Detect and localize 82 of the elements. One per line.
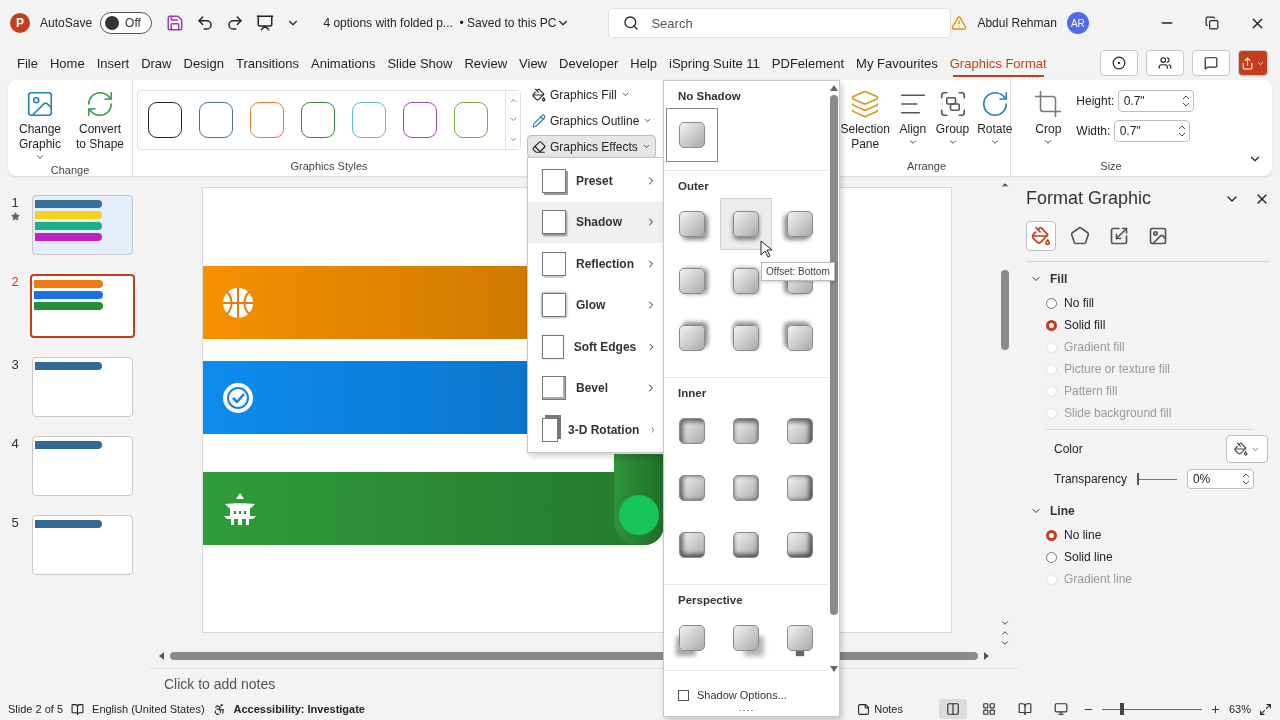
zoom-level[interactable]: 63% [1228,703,1251,715]
group-label: Change [50,164,90,178]
menu-item[interactable]: Soft Edges [528,326,663,368]
menu-item[interactable]: 3-D Rotation [528,409,663,451]
shadow-options-link[interactable]: Shadow Options... [664,679,828,701]
ribbon-tab[interactable]: Review [459,49,513,77]
radio-label[interactable]: Solid fill [1064,318,1106,332]
ribbon-tab[interactable]: Design [178,49,229,77]
notes-placeholder[interactable]: Click to add notes [164,675,276,692]
arrange-button[interactable]: Group [933,84,972,149]
user-name[interactable]: Abdul Rehman [967,16,1057,30]
slide-number: 2 [11,274,19,289]
radio-label: Slide background fill [1064,406,1172,420]
pane-title: Format Graphic [1026,188,1153,209]
language-label[interactable]: English (United States) [92,703,205,715]
slide-number: 3 [11,357,19,372]
menu-item[interactable]: Preset [528,160,663,202]
ribbon-tab[interactable]: Help [625,49,663,77]
document-title[interactable]: 4 options with folded p... [300,16,453,30]
graphics-command[interactable]: Graphics Effects [527,135,656,158]
radio-label[interactable]: No line [1064,528,1102,542]
ribbon-tab[interactable]: Draw [136,49,177,77]
radio-label: Gradient fill [1064,340,1125,354]
graphics-command[interactable]: Graphics Fill [527,83,635,106]
arrange-button[interactable]: Rotate [975,84,1015,149]
size-field[interactable]: 0.7" [1117,90,1194,112]
graphics-command[interactable]: Graphics Outline [527,109,658,132]
convert-button[interactable]: Convert to Shape [72,84,128,154]
menu-item[interactable]: Shadow [528,201,663,243]
group-label: Graphics Styles [290,160,368,174]
menu-item[interactable]: Glow [528,284,663,326]
ribbon-tab[interactable]: File [12,49,43,77]
gallery-section-title: Inner [677,386,708,401]
app-logo: P [10,13,30,33]
transparency-label: Transparency [1054,472,1127,486]
ribbon-tab[interactable]: Transitions [230,49,305,77]
menu-item[interactable]: Reflection [528,243,663,285]
search-field[interactable]: Search [649,14,910,32]
save-status[interactable]: • Saved to this PC [452,16,557,30]
accessibility-status[interactable]: Accessibility: Investigate [233,703,365,715]
group-label: Size [1100,160,1122,174]
slide-position: Slide 2 of 5 [8,703,64,715]
ribbon-tab[interactable]: Home [44,49,90,77]
ribbon-tab[interactable]: View [514,49,552,77]
gallery-section-title: Outer [677,179,710,194]
ribbon-tab[interactable]: Insert [91,49,135,77]
search-box[interactable]: Search [608,8,952,38]
autosave-label: AutoSave [39,16,93,30]
tooltip: Offset: Bottom [761,262,835,281]
gallery-section-title: No Shadow [677,89,742,104]
size-label: Height: [1076,94,1116,108]
slide-number: 4 [11,436,19,451]
notes-toggle[interactable]: Notes [874,703,903,715]
ribbon-tab[interactable]: iSpring Suite 11 [664,49,765,77]
autosave-toggle[interactable]: Off [100,12,153,34]
radio-label: Pattern fill [1064,384,1118,398]
size-field[interactable]: 0.7" [1113,120,1190,142]
ribbon-tab[interactable]: Graphics Format [944,49,1052,77]
section-header[interactable]: Line [1026,494,1270,524]
radio-label: Picture or texture fill [1064,362,1171,376]
slide-number: 5 [11,515,19,530]
ribbon-tab[interactable]: PDFelement [766,49,850,77]
section-header[interactable]: Fill [1026,262,1270,292]
user-avatar[interactable]: AR [1066,12,1089,34]
group-label: Arrange [906,160,947,174]
arrange-button[interactable]: Selection Pane [838,84,892,154]
crop-button[interactable]: Crop [1028,84,1069,149]
arrange-button[interactable]: Align [895,84,930,149]
ribbon-tab[interactable]: Developer [554,49,624,77]
ribbon-tab[interactable]: Slide Show [382,49,458,77]
ribbon-tab[interactable]: My Favourites [851,49,943,77]
ribbon-tab[interactable]: Animations [306,49,381,77]
size-label: Width: [1076,124,1112,138]
color-label: Color [1054,442,1083,456]
slide-number: 1 [11,195,19,210]
radio-label[interactable]: No fill [1064,296,1094,310]
radio-label[interactable]: Solid line [1064,550,1113,564]
change-graphic-button[interactable]: Change Graphic [12,84,68,164]
gallery-section-title: Perspective [677,593,744,608]
transparency-field[interactable]: 0% [1186,469,1254,489]
menu-item[interactable]: Bevel [528,367,663,409]
radio-label: Gradient line [1064,572,1133,586]
